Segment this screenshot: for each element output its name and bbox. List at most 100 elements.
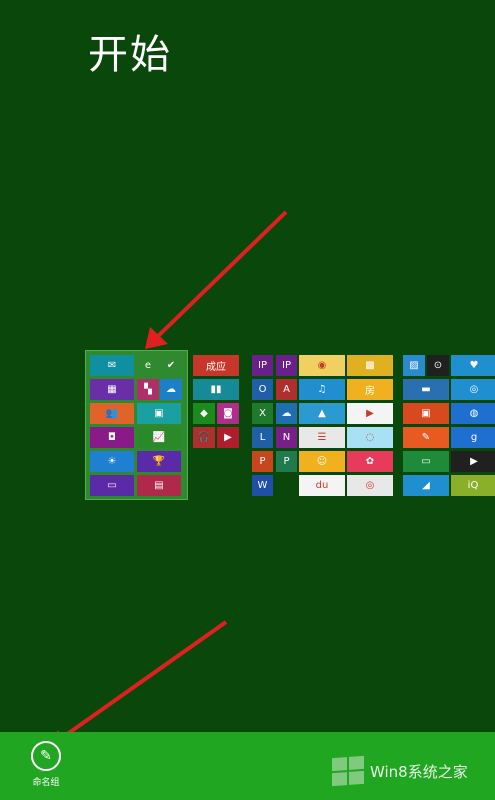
mail-icon: ✉ bbox=[107, 360, 117, 371]
tile-finance[interactable]: 📈 bbox=[137, 427, 181, 448]
calendar-icon: ▦ bbox=[107, 384, 117, 395]
watermark-text: Win8系统之家 bbox=[370, 762, 468, 781]
tile-powerpoint[interactable]: P bbox=[252, 451, 273, 472]
tile-planet[interactable]: ◍ bbox=[451, 403, 495, 424]
tile-camera[interactable]: ◙ bbox=[217, 403, 239, 424]
tile-face[interactable]: ☺ bbox=[299, 451, 345, 472]
music-note-icon: ♫ bbox=[317, 384, 327, 395]
circle-icon: ◎ bbox=[469, 384, 479, 395]
finance-icon: 📈 bbox=[152, 432, 166, 443]
tile-games[interactable]: ◆ bbox=[193, 403, 215, 424]
tile-onenote[interactable]: N bbox=[276, 427, 297, 448]
tile-nvidia[interactable]: ▭ bbox=[403, 451, 449, 472]
infopath-icon: IP bbox=[258, 360, 267, 371]
sports-icon: 🏆 bbox=[152, 456, 166, 467]
tile-skydrive[interactable]: ☁ bbox=[160, 379, 182, 400]
tile-google[interactable]: g bbox=[451, 427, 495, 448]
weather-icon: ☀ bbox=[107, 456, 117, 467]
nvidia-icon: ▭ bbox=[421, 456, 431, 467]
tile-sports[interactable]: 🏆 bbox=[137, 451, 181, 472]
landscape-icon: ▲ bbox=[318, 408, 326, 419]
tile-check[interactable]: ✔ bbox=[160, 355, 182, 376]
tile-news[interactable]: ▤ bbox=[137, 475, 181, 496]
tile-photos[interactable]: ▣ bbox=[137, 403, 181, 424]
lync-icon: L bbox=[259, 432, 266, 443]
tile-circle[interactable]: ◎ bbox=[451, 379, 495, 400]
heart-icon: ♥ bbox=[469, 360, 479, 371]
tile-access[interactable]: A bbox=[276, 379, 297, 400]
tile-office[interactable]: ▣ bbox=[403, 403, 449, 424]
excel-icon: X bbox=[259, 408, 266, 419]
dial-icon: ⊙ bbox=[433, 360, 443, 371]
tile-dial[interactable]: ⊙ bbox=[427, 355, 449, 376]
tile-play-store[interactable]: ▶ bbox=[451, 451, 495, 472]
tile-outlook[interactable]: O bbox=[252, 379, 273, 400]
tile-desktop[interactable]: ▭ bbox=[90, 475, 134, 496]
news-red-icon: ☰ bbox=[317, 432, 327, 443]
ie-icon: e bbox=[144, 360, 152, 371]
tile-edit[interactable]: ✎ bbox=[403, 427, 449, 448]
store-icon: ▮▮ bbox=[210, 384, 222, 395]
tile-people[interactable]: 👥 bbox=[90, 403, 134, 424]
tile-onedrive[interactable]: ☁ bbox=[276, 403, 297, 424]
tile-word[interactable]: W bbox=[252, 475, 273, 496]
tile-speech[interactable]: ◌ bbox=[347, 427, 393, 448]
tile-infopath2[interactable]: IP bbox=[276, 355, 297, 376]
google-icon: g bbox=[470, 432, 478, 443]
onenote-icon: N bbox=[282, 432, 291, 443]
tile-weibo[interactable]: ◉ bbox=[299, 355, 345, 376]
tile-iqiyi[interactable]: iQ bbox=[451, 475, 495, 496]
onedrive-icon: ☁ bbox=[281, 408, 292, 419]
tile-music-note[interactable]: ♫ bbox=[299, 379, 345, 400]
tile-lync[interactable]: L bbox=[252, 427, 273, 448]
tile-sail[interactable]: ◢ bbox=[403, 475, 449, 496]
tile-mail[interactable]: ✉ bbox=[90, 355, 134, 376]
tile-calendar[interactable]: ▦ bbox=[90, 379, 134, 400]
play-icon: ▶ bbox=[366, 408, 374, 419]
tile-house[interactable]: 房 bbox=[347, 379, 393, 400]
tile-maps[interactable]: ▚ bbox=[137, 379, 159, 400]
photos-icon: ▣ bbox=[154, 408, 164, 419]
tile-publisher[interactable]: P bbox=[276, 451, 297, 472]
speech-icon: ◌ bbox=[365, 432, 375, 443]
tile-location[interactable]: ◎ bbox=[347, 475, 393, 496]
tile-flower[interactable]: ✿ bbox=[347, 451, 393, 472]
weibo-icon: ◉ bbox=[317, 360, 327, 371]
pencil-icon: ✎ bbox=[31, 741, 61, 771]
desktop-icon: ▭ bbox=[107, 480, 117, 491]
camera-icon: ◙ bbox=[223, 408, 233, 419]
tile-photo[interactable]: ▨ bbox=[403, 355, 425, 376]
word-icon: W bbox=[257, 480, 268, 491]
tile-video[interactable]: ▶ bbox=[217, 427, 239, 448]
tile-ie[interactable]: e bbox=[137, 355, 159, 376]
tile-weather[interactable]: ☀ bbox=[90, 451, 134, 472]
photo-icon: ▨ bbox=[409, 360, 419, 371]
house-icon: 房 bbox=[365, 386, 375, 397]
tile-heart[interactable]: ♥ bbox=[451, 355, 495, 376]
tile-car[interactable]: ▬ bbox=[403, 379, 449, 400]
tile-infopath[interactable]: IP bbox=[252, 355, 273, 376]
tile-app-tile[interactable]: 成应 bbox=[193, 355, 239, 376]
tile-store[interactable]: ▮▮ bbox=[193, 379, 239, 400]
tile-messaging[interactable]: ◘ bbox=[90, 427, 134, 448]
tile-qr[interactable]: ▩ bbox=[347, 355, 393, 376]
check-icon: ✔ bbox=[166, 360, 176, 371]
rename-group-button[interactable]: ✎ 命名组 bbox=[24, 741, 68, 788]
play-store-icon: ▶ bbox=[470, 456, 478, 467]
tile-landscape[interactable]: ▲ bbox=[299, 403, 345, 424]
access-icon: A bbox=[283, 384, 290, 395]
outlook-icon: O bbox=[258, 384, 267, 395]
office-icon: ▣ bbox=[421, 408, 431, 419]
messaging-icon: ◘ bbox=[108, 432, 116, 443]
tile-music[interactable]: 🎧 bbox=[193, 427, 215, 448]
tile-excel[interactable]: X bbox=[252, 403, 273, 424]
music-icon: 🎧 bbox=[197, 432, 211, 443]
location-icon: ◎ bbox=[365, 480, 375, 491]
maps-icon: ▚ bbox=[144, 384, 152, 395]
tile-play[interactable]: ▶ bbox=[347, 403, 393, 424]
powerpoint-icon: P bbox=[259, 456, 266, 467]
people-icon: 👥 bbox=[105, 408, 119, 419]
tile-baidu[interactable]: du bbox=[299, 475, 345, 496]
publisher-icon: P bbox=[283, 456, 290, 467]
tile-news-red[interactable]: ☰ bbox=[299, 427, 345, 448]
